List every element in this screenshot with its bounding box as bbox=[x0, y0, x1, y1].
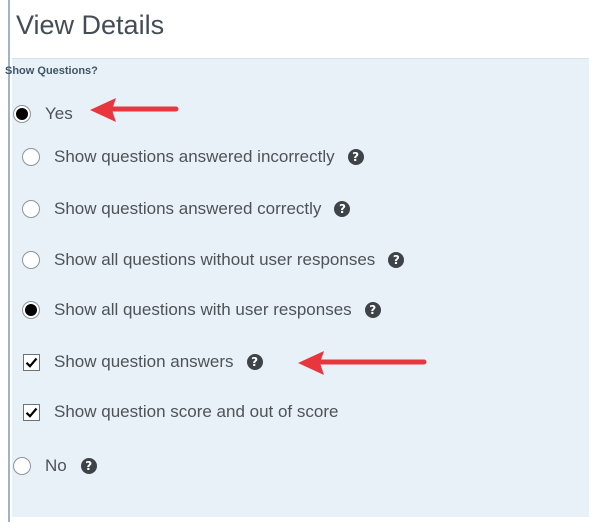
question-circle-icon[interactable]: ? bbox=[388, 252, 405, 268]
annotation-arrow-answers bbox=[298, 351, 427, 375]
show-answers-checkbox[interactable] bbox=[23, 353, 40, 371]
option-show-score[interactable]: Show question score and out of score bbox=[23, 402, 338, 422]
answered-incorrectly-label: Show questions answered incorrectly bbox=[54, 147, 335, 166]
show-score-checkbox[interactable] bbox=[23, 403, 40, 421]
without-responses-radio[interactable] bbox=[22, 251, 40, 269]
question-circle-icon[interactable]: ? bbox=[347, 149, 364, 165]
without-responses-label: Show all questions without user response… bbox=[54, 250, 376, 269]
no-radio[interactable] bbox=[13, 457, 31, 475]
show-answers-label: Show question answers bbox=[54, 352, 234, 371]
answered-incorrectly-radio[interactable] bbox=[22, 148, 40, 166]
question-circle-icon[interactable]: ? bbox=[80, 458, 97, 474]
option-without-responses[interactable]: Show all questions without user response… bbox=[22, 250, 405, 270]
yes-label: Yes bbox=[45, 104, 73, 123]
show-score-label: Show question score and out of score bbox=[54, 402, 339, 421]
no-label: No bbox=[45, 456, 67, 475]
annotation-arrow-yes bbox=[90, 98, 179, 122]
answered-correctly-label: Show questions answered correctly bbox=[54, 199, 322, 218]
checkmark-icon bbox=[25, 407, 38, 418]
option-yes[interactable]: Yes bbox=[13, 104, 73, 124]
checkmark-icon bbox=[25, 357, 38, 368]
with-responses-label: Show all questions with user responses bbox=[54, 300, 352, 319]
question-circle-icon[interactable]: ? bbox=[246, 354, 263, 370]
question-circle-icon[interactable]: ? bbox=[364, 302, 381, 318]
yes-radio[interactable] bbox=[13, 105, 31, 123]
radio-selected-dot bbox=[16, 108, 28, 120]
question-circle-icon[interactable]: ? bbox=[334, 201, 351, 217]
option-with-responses[interactable]: Show all questions with user responses ? bbox=[22, 300, 381, 320]
option-answered-correctly[interactable]: Show questions answered correctly ? bbox=[22, 199, 351, 219]
answered-correctly-radio[interactable] bbox=[22, 200, 40, 218]
page-title: View Details bbox=[16, 10, 165, 40]
option-no[interactable]: No ? bbox=[13, 456, 97, 476]
radio-selected-dot bbox=[25, 304, 37, 316]
option-answered-incorrectly[interactable]: Show questions answered incorrectly ? bbox=[22, 147, 364, 167]
option-show-answers[interactable]: Show question answers ? bbox=[23, 352, 263, 372]
show-questions-label: Show Questions? bbox=[5, 65, 98, 77]
with-responses-radio[interactable] bbox=[22, 301, 40, 319]
